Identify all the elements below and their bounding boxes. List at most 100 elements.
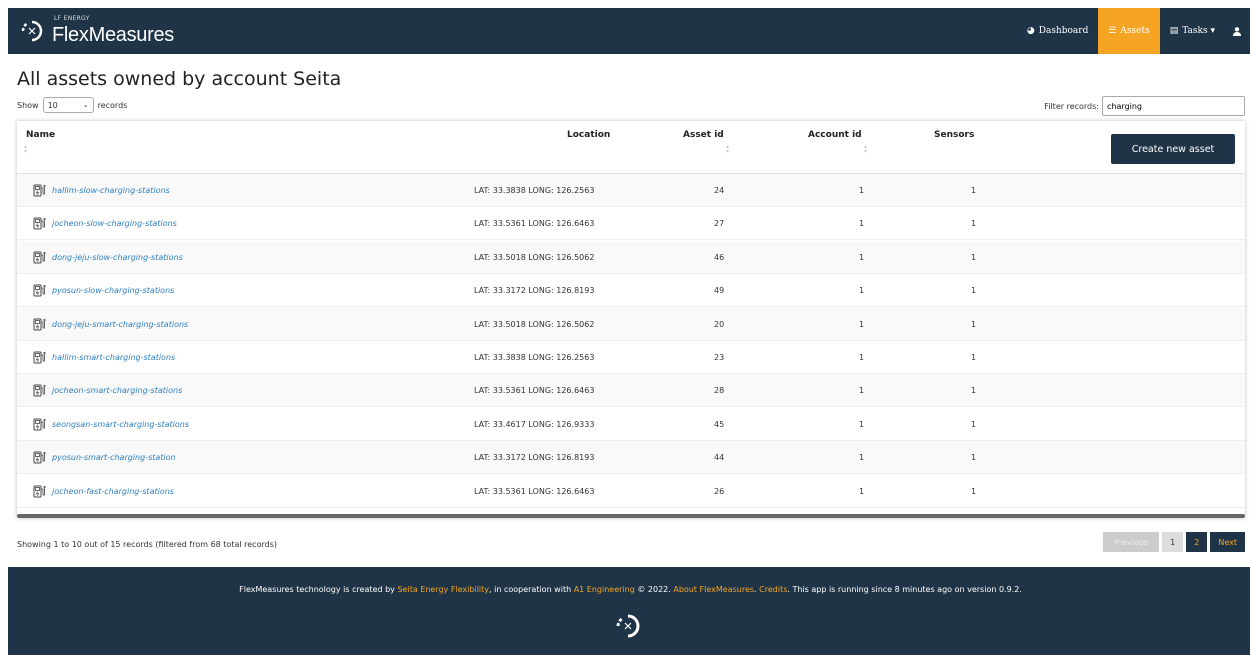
table-row: jocheon-slow-charging-stations LAT: 33.53…: [17, 207, 1245, 241]
sensors-cell: 1: [971, 419, 977, 429]
asset-name-cell: jocheon-smart-charging-stations: [33, 374, 182, 407]
create-new-asset-button[interactable]: Create new asset: [1111, 134, 1235, 164]
charging-station-icon: [33, 318, 46, 331]
table-row: hallim-slow-charging-stations LAT: 33.383…: [17, 174, 1245, 207]
account-id-cell: 1: [859, 486, 865, 496]
footer-text: FlexMeasures technology is created by Se…: [8, 585, 1250, 594]
app-frame: LF ENERGY FlexMeasures ◕ Dashboard ☰ Ass…: [8, 8, 1250, 655]
nav-assets[interactable]: ☰ Assets: [1098, 8, 1160, 54]
asset-name-cell: dong-jeju-smart-charging-stations: [33, 308, 188, 341]
asset-id-cell: 45: [714, 419, 725, 429]
table-row: jocheon-smart-charging-stations LAT: 33.5…: [17, 374, 1245, 408]
list-icon: ☰: [1108, 26, 1117, 36]
account-id-cell: 1: [859, 186, 865, 195]
asset-name-cell: seongsan-smart-charging-stations: [33, 408, 189, 441]
nav-items: ◕ Dashboard ☰ Assets ▤ Tasks ▾: [1017, 8, 1250, 54]
asset-name-cell: pyosun-smart-charging-station: [33, 441, 176, 474]
header-sensors[interactable]: Sensors: [934, 130, 974, 140]
pagination: Previous 1 2 Next: [1103, 532, 1245, 552]
account-id-cell: 1: [859, 453, 865, 463]
sensors-cell: 1: [971, 353, 977, 362]
asset-id-cell: 27: [714, 219, 725, 229]
asset-link[interactable]: hallim-smart-charging-stations: [52, 353, 175, 362]
seita-link[interactable]: Seita Energy Flexibility: [397, 585, 489, 594]
credits-link[interactable]: Credits: [759, 585, 787, 594]
asset-link[interactable]: hallim-slow-charging-stations: [52, 186, 170, 195]
asset-link[interactable]: jocheon-fast-charging-stations: [52, 487, 174, 496]
asset-id-cell: 24: [714, 186, 725, 195]
nav-user[interactable]: [1225, 8, 1250, 54]
horizontal-scrollbar[interactable]: [17, 514, 1245, 518]
a1-engineering-link[interactable]: A1 Engineering: [574, 585, 635, 594]
page-1-button[interactable]: 1: [1162, 532, 1184, 552]
charging-station-icon: [33, 184, 46, 197]
records-length-select[interactable]: 10 ⌄: [42, 97, 94, 113]
nav-dashboard-label: Dashboard: [1038, 26, 1089, 36]
nav-tasks[interactable]: ▤ Tasks ▾: [1160, 8, 1225, 54]
sensors-cell: 1: [971, 186, 977, 195]
table-row: seongsan-smart-charging-stations LAT: 33.…: [17, 408, 1245, 441]
asset-name-cell: hallim-slow-charging-stations: [33, 174, 170, 207]
length-prefix: Show: [17, 100, 39, 110]
asset-link[interactable]: pyosun-smart-charging-station: [52, 453, 176, 462]
location-cell: LAT: 33.3172 LONG: 126.8193: [474, 286, 595, 296]
nav-tasks-label: Tasks ▾: [1182, 26, 1215, 36]
asset-link[interactable]: dong-jeju-smart-charging-stations: [52, 320, 188, 329]
table-row: pyosun-smart-charging-station LAT: 33.317…: [17, 441, 1245, 475]
header-name[interactable]: Name ▴ ▾: [24, 130, 55, 155]
length-value: 10: [47, 100, 58, 110]
sensors-cell: 1: [971, 252, 977, 262]
asset-name-cell: hallim-smart-charging-stations: [33, 341, 175, 374]
sensors-cell: 1: [971, 386, 977, 396]
previous-page-button[interactable]: Previous: [1103, 532, 1160, 552]
asset-link[interactable]: seongsan-smart-charging-stations: [52, 420, 189, 429]
location-cell: LAT: 33.5018 LONG: 126.5062: [474, 252, 595, 262]
footer: FlexMeasures technology is created by Se…: [8, 567, 1250, 655]
location-cell: LAT: 33.5018 LONG: 126.5062: [474, 319, 595, 329]
account-id-cell: 1: [859, 419, 865, 429]
location-cell: LAT: 33.3838 LONG: 126.2563: [474, 186, 595, 195]
page-2-button[interactable]: 2: [1186, 532, 1208, 552]
asset-link[interactable]: pyosun-slow-charging-stations: [52, 286, 174, 295]
location-cell: LAT: 33.3838 LONG: 126.2563: [474, 353, 595, 362]
flexmeasures-logo-icon: [616, 614, 640, 638]
about-link[interactable]: About FlexMeasures: [673, 585, 754, 594]
account-id-cell: 1: [859, 286, 865, 296]
asset-link[interactable]: jocheon-slow-charging-stations: [52, 219, 177, 228]
table-header: Name ▴ ▾ Location Asset id ▴ ▾ Account id …: [17, 121, 1245, 174]
header-account-id[interactable]: Account id ▴ ▾: [808, 130, 867, 155]
asset-id-cell: 44: [714, 453, 725, 463]
table-row: jocheon-fast-charging-stations LAT: 33.53…: [17, 475, 1245, 508]
table-row: dong-jeju-smart-charging-stations LAT: 33…: [17, 307, 1245, 341]
asset-name-cell: jocheon-slow-charging-stations: [33, 207, 177, 240]
brand[interactable]: LF ENERGY FlexMeasures: [18, 13, 174, 49]
header-sensors-label: Sensors: [934, 130, 975, 140]
length-suffix: records: [97, 100, 128, 110]
sensors-cell: 1: [971, 219, 977, 229]
nav-dashboard[interactable]: ◕ Dashboard: [1017, 8, 1098, 54]
next-page-button[interactable]: Next: [1210, 532, 1245, 552]
filter-control: Filter records:: [1044, 96, 1245, 116]
header-account-id-label: Account id: [808, 130, 862, 140]
asset-name-cell: pyosun-slow-charging-stations: [33, 274, 174, 307]
sensors-cell: 1: [971, 453, 977, 463]
header-asset-id[interactable]: Asset id ▴ ▾: [683, 130, 729, 155]
filter-input[interactable]: [1102, 96, 1245, 116]
records-length-control: Show 10 ⌄ records: [17, 97, 127, 113]
account-id-cell: 1: [859, 219, 865, 229]
filter-label: Filter records:: [1044, 101, 1099, 111]
header-location[interactable]: Location: [567, 130, 610, 140]
navbar: LF ENERGY FlexMeasures ◕ Dashboard ☰ Ass…: [8, 8, 1250, 54]
asset-link[interactable]: jocheon-smart-charging-stations: [52, 386, 182, 395]
charging-station-icon: [33, 485, 46, 498]
location-cell: LAT: 33.3172 LONG: 126.8193: [474, 453, 595, 463]
account-id-cell: 1: [859, 252, 865, 262]
location-cell: LAT: 33.5361 LONG: 126.6463: [474, 486, 595, 496]
footer-text-3: © 2022.: [634, 585, 674, 594]
asset-id-cell: 20: [714, 319, 725, 329]
header-location-label: Location: [567, 130, 611, 140]
charging-station-icon: [33, 284, 46, 297]
brand-name: FlexMeasures: [52, 23, 174, 46]
nav-assets-label: Assets: [1120, 26, 1150, 36]
asset-link[interactable]: dong-jeju-slow-charging-stations: [52, 253, 183, 262]
